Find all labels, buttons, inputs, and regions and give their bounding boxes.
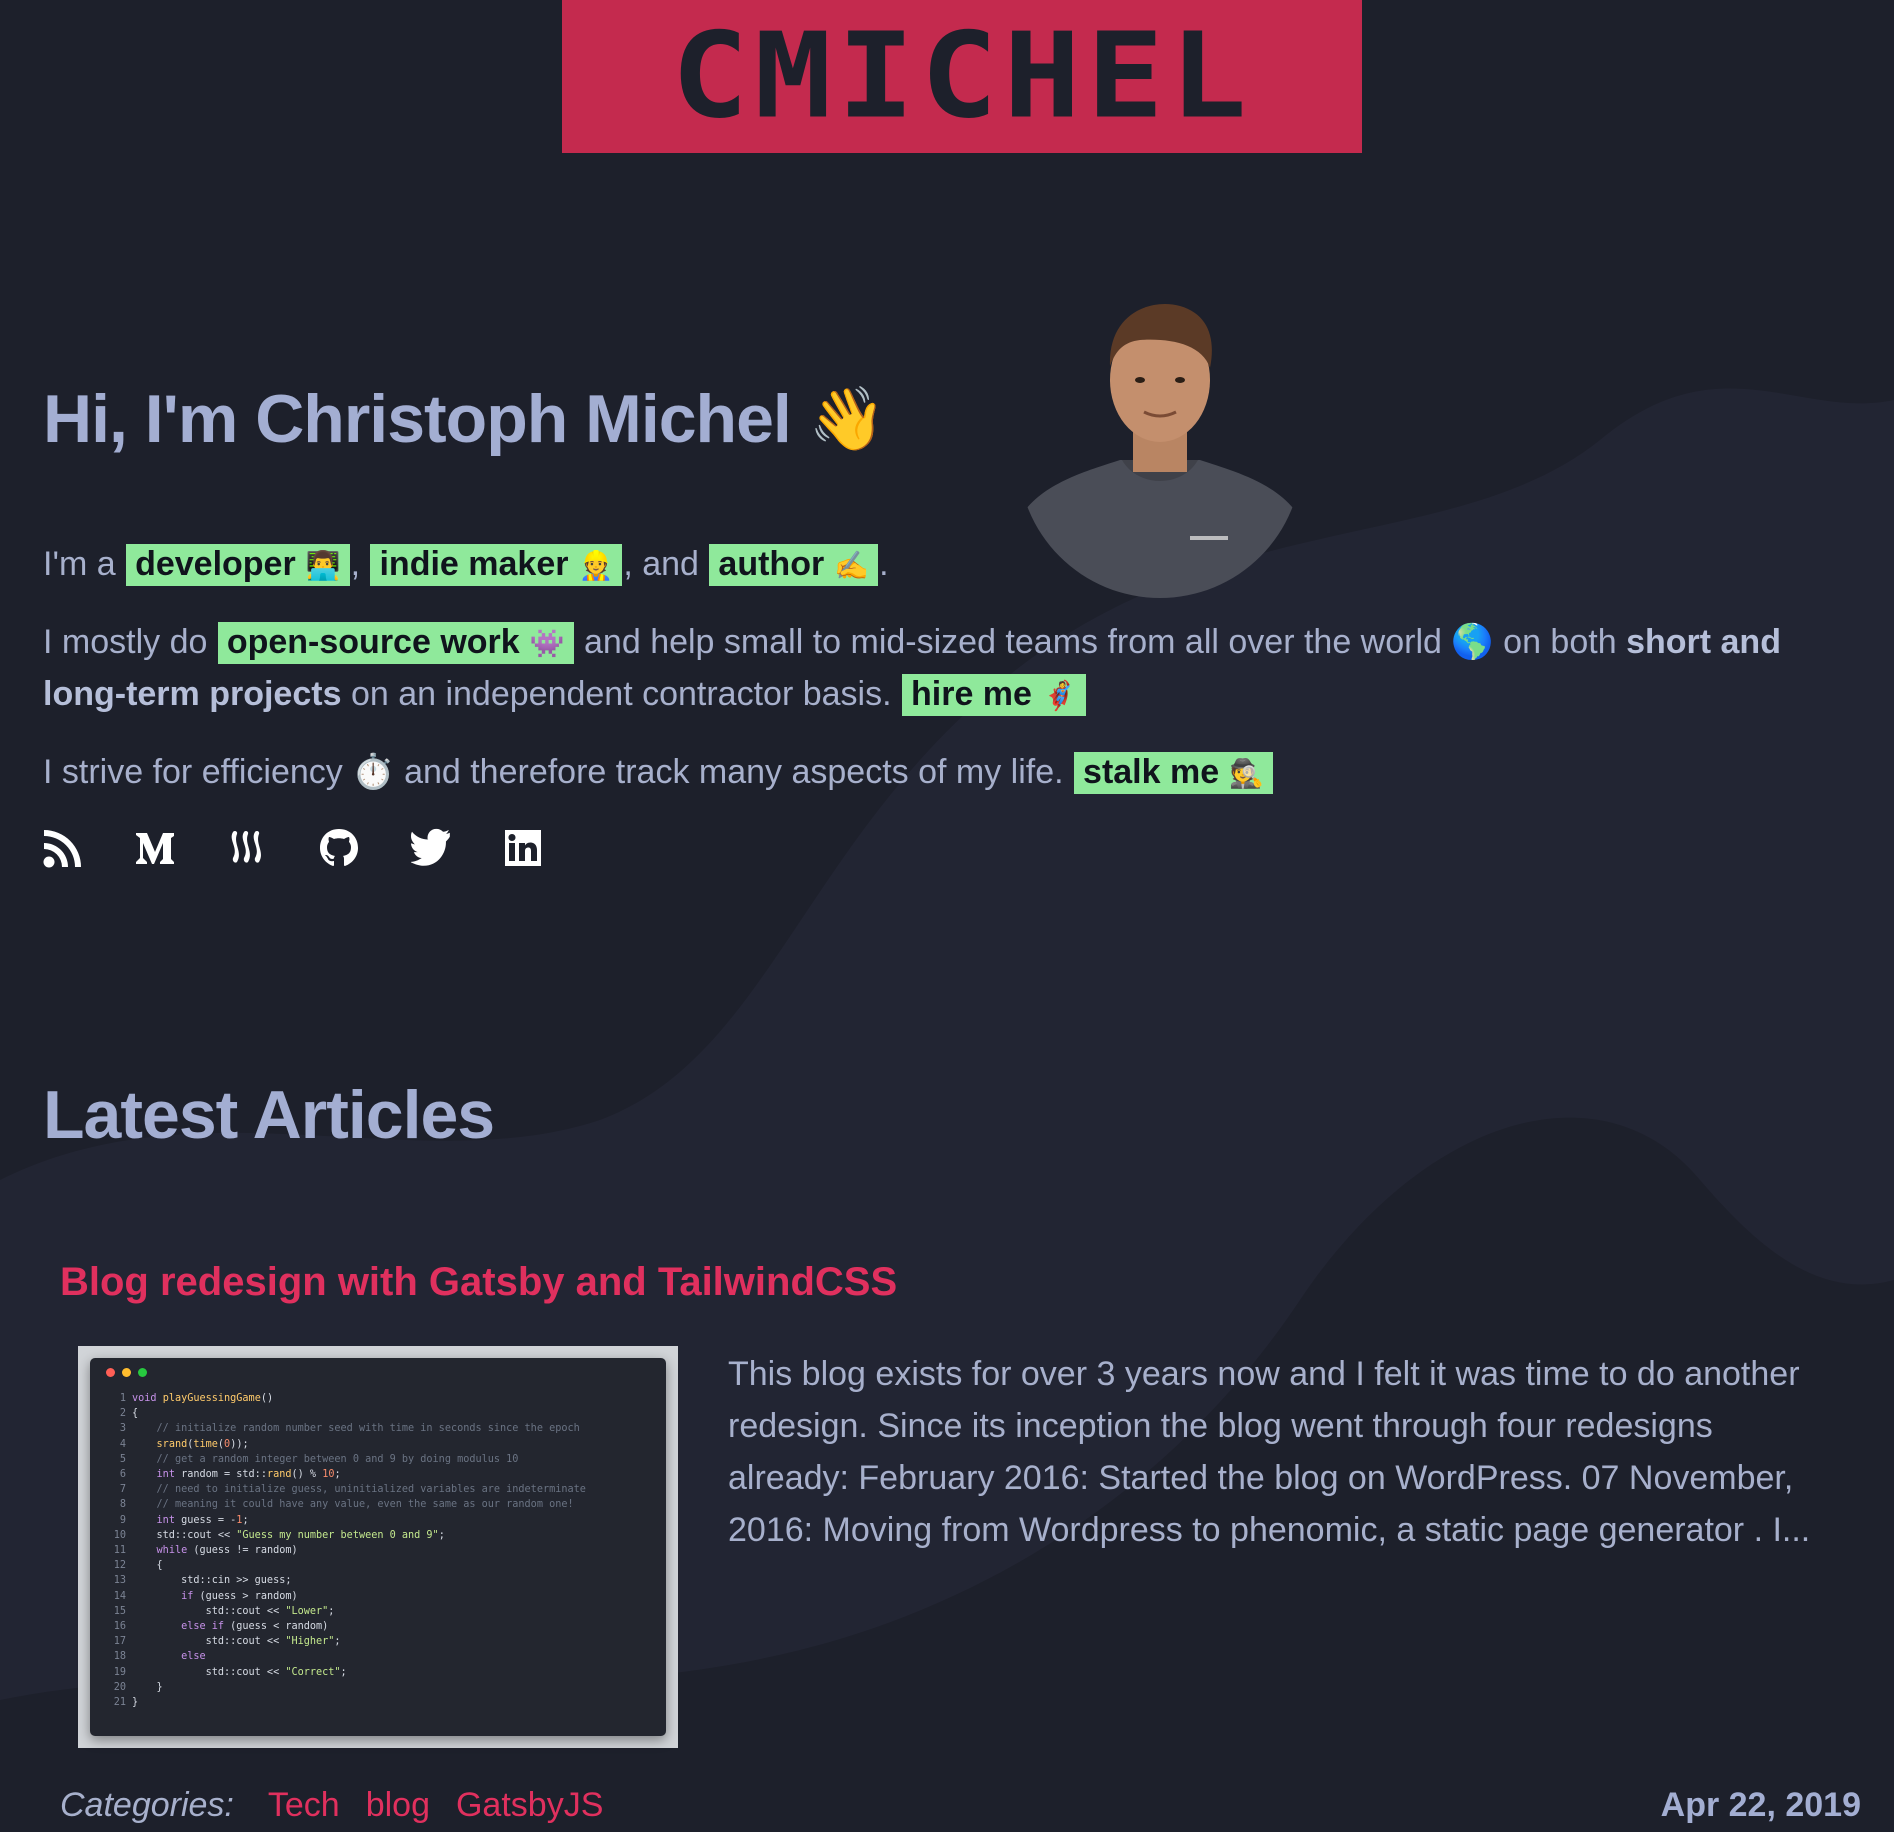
roles-sep2: , and — [623, 545, 699, 583]
developer-icon: 👨‍💻 — [305, 550, 341, 581]
linkedin-icon[interactable] — [503, 828, 543, 868]
latest-articles-heading: Latest Articles — [43, 1077, 495, 1153]
alien-monster-icon: 👾 — [529, 628, 565, 659]
hire-me-label: hire me — [911, 675, 1032, 713]
greeting-heading: Hi, I'm Christoph Michel 👋 — [43, 380, 1823, 458]
work-on-both: on both — [1503, 623, 1617, 661]
category-blog-link[interactable]: blog — [366, 1786, 430, 1825]
hire-me-link[interactable]: hire me 🦸 — [902, 674, 1086, 716]
author-link[interactable]: author ✍️ — [709, 544, 879, 586]
intro-line-work: I mostly do open-source work 👾 and help s… — [43, 616, 1833, 720]
detective-icon: 🕵️ — [1229, 758, 1264, 789]
hero: Hi, I'm Christoph Michel 👋 — [43, 380, 1823, 458]
category-gatsbyjs-link[interactable]: GatsbyJS — [456, 1786, 603, 1825]
writing-hand-icon: ✍️ — [834, 550, 870, 581]
developer-label: developer — [135, 545, 296, 583]
work-middle: and help small to mid-sized teams from a… — [584, 623, 1442, 661]
roles-prefix: I'm a — [43, 545, 116, 583]
developer-link[interactable]: developer 👨‍💻 — [126, 544, 350, 586]
efficiency-prefix: I strive for efficiency — [43, 753, 343, 791]
article-thumbnail[interactable]: 1 void playGuessingGame() 2{ 3 // initial… — [78, 1346, 678, 1748]
stalk-me-link[interactable]: stalk me 🕵️ — [1074, 752, 1273, 794]
stopwatch-icon: ⏱️ — [352, 753, 395, 791]
efficiency-suffix: and therefore track many aspects of my l… — [404, 753, 1064, 791]
globe-icon: 🌎 — [1451, 623, 1494, 661]
work-strong: short and — [1626, 623, 1781, 661]
rss-icon[interactable] — [43, 828, 83, 868]
minimize-dot-icon — [122, 1368, 131, 1377]
article-title-link[interactable]: Blog redesign with Gatsby and TailwindCS… — [60, 1260, 897, 1305]
social-links — [43, 828, 543, 868]
site-logo[interactable]: CMICHEL — [562, 0, 1362, 153]
medium-icon[interactable] — [135, 828, 175, 868]
code-snippet-image: 1 void playGuessingGame() 2{ 3 // initial… — [113, 1393, 586, 1709]
logo-text: CMICHEL — [671, 7, 1253, 145]
article-excerpt: This blog exists for over 3 years now an… — [728, 1355, 1811, 1549]
open-source-label: open-source work — [226, 623, 520, 661]
work-strong2: long-term projects — [43, 675, 342, 713]
steemit-icon[interactable] — [227, 828, 267, 868]
page: CMICHEL Hi, I'm Christoph Michel 👋 I'm a… — [0, 0, 1894, 1832]
intro-line-efficiency: I strive for efficiency ⏱️ and therefore… — [43, 746, 1274, 798]
work-suffix: on an independent contractor basis. — [350, 675, 892, 713]
github-icon[interactable] — [319, 828, 359, 868]
intro-line-roles: I'm a developer 👨‍💻, indie maker 👷 , and au… — [43, 538, 889, 590]
work-prefix: I mostly do — [43, 623, 208, 661]
categories-label: Categories: — [60, 1786, 234, 1824]
author-label: author — [718, 545, 825, 583]
indie-maker-label: indie maker — [379, 545, 569, 583]
close-dot-icon — [106, 1368, 115, 1377]
construction-worker-icon: 👷 — [578, 550, 614, 581]
stalk-me-label: stalk me — [1083, 753, 1220, 791]
greeting-text: Hi, I'm Christoph Michel — [43, 381, 792, 457]
indie-maker-link[interactable]: indie maker 👷 — [370, 544, 623, 586]
twitter-icon[interactable] — [410, 828, 451, 868]
category-tech-link[interactable]: Tech — [268, 1786, 340, 1825]
code-screenshot: 1 void playGuessingGame() 2{ 3 // initial… — [90, 1358, 666, 1736]
article-date: Apr 22, 2019 — [1660, 1786, 1861, 1824]
wave-icon: 👋 — [808, 384, 886, 454]
open-source-link[interactable]: open-source work 👾 — [217, 622, 574, 664]
maximize-dot-icon — [138, 1368, 147, 1377]
superhero-icon: 🦸 — [1041, 680, 1077, 711]
window-controls — [106, 1368, 652, 1377]
article-categories: Categories: Tech blog GatsbyJS — [60, 1786, 629, 1825]
roles-end: . — [879, 545, 889, 583]
roles-sep1: , — [350, 545, 361, 583]
